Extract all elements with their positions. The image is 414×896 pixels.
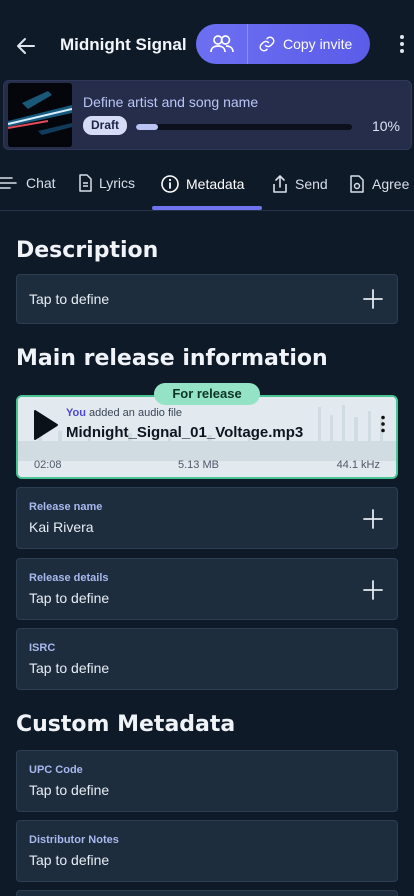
people-icon <box>209 35 234 53</box>
release-details-value: Tap to define <box>29 590 110 606</box>
copy-invite-label: Copy invite <box>283 36 353 52</box>
active-tab-indicator <box>152 206 262 210</box>
distributor-notes-label: Distributor Notes <box>29 834 119 846</box>
audio-sample-rate: 44.1 kHz <box>336 459 380 471</box>
tab-send[interactable]: Send <box>271 174 328 194</box>
activity-action: added an audio file <box>89 407 182 419</box>
copy-invite-button[interactable]: Copy invite <box>248 35 352 53</box>
audio-duration: 02:08 <box>34 459 62 471</box>
plus-icon[interactable] <box>363 580 383 600</box>
release-details-label: Release details <box>29 572 109 584</box>
isrc-label: ISRC <box>29 642 56 654</box>
upc-code-value: Tap to define <box>29 782 110 798</box>
upc-code-label: UPC Code <box>29 764 83 776</box>
top-bar: Midnight Signal Copy invite <box>0 0 414 76</box>
audio-more-icon[interactable] <box>380 415 386 433</box>
tab-agree-label: Agree <box>372 176 410 192</box>
audio-activity-text: You added an audio file <box>66 407 182 419</box>
tab-chat-label: Chat <box>26 175 56 191</box>
progress-percent: 10% <box>371 118 400 134</box>
draft-status-card[interactable]: Define artist and song name Draft 10% <box>3 80 412 150</box>
for-release-badge: For release <box>154 383 260 405</box>
info-icon <box>161 175 179 193</box>
tab-send-label: Send <box>295 176 328 192</box>
cover-artwork <box>8 83 72 147</box>
audio-file-card[interactable]: You added an audio file Midnight_Signal_… <box>16 395 398 479</box>
audio-filename: Midnight_Signal_01_Voltage.mp3 <box>66 424 304 441</box>
release-name-field[interactable]: Release name Kai Rivera <box>16 487 398 549</box>
document-icon <box>79 174 92 192</box>
distributor-notes-field[interactable]: Distributor Notes Tap to define <box>16 820 398 882</box>
tab-chat[interactable]: Chat <box>0 174 56 192</box>
more-options-icon[interactable] <box>392 32 412 56</box>
plus-icon[interactable] <box>363 509 383 529</box>
collaborators-button[interactable] <box>196 24 248 64</box>
tab-agree[interactable]: Agree <box>348 174 409 194</box>
audio-size: 5.13 MB <box>178 459 219 471</box>
description-placeholder: Tap to define <box>29 291 110 307</box>
tab-lyrics[interactable]: Lyrics <box>77 174 135 192</box>
tab-metadata[interactable]: Metadata <box>160 174 244 194</box>
share-icon <box>273 175 287 193</box>
release-details-field[interactable]: Release details Tap to define <box>16 558 398 620</box>
chat-icon <box>0 177 17 189</box>
back-arrow-icon[interactable] <box>14 34 38 58</box>
tab-bar: Chat Lyrics Metadata Send Agree <box>0 160 414 211</box>
description-heading: Description <box>16 238 159 263</box>
draft-title: Define artist and song name <box>83 94 259 110</box>
distributor-notes-value: Tap to define <box>29 852 110 868</box>
upc-code-field[interactable]: UPC Code Tap to define <box>16 750 398 812</box>
description-field[interactable]: Tap to define <box>16 274 398 324</box>
isrc-value: Tap to define <box>29 660 110 676</box>
play-icon[interactable] <box>33 409 59 441</box>
link-icon <box>259 36 275 52</box>
main-release-heading: Main release information <box>16 346 328 371</box>
plus-icon[interactable] <box>363 289 383 309</box>
project-title: Midnight Signal <box>60 35 187 54</box>
release-name-value: Kai Rivera <box>29 519 94 535</box>
progress-fill <box>136 124 158 130</box>
invite-pill: Copy invite <box>196 24 370 64</box>
release-name-label: Release name <box>29 501 103 513</box>
status-badge: Draft <box>83 116 128 135</box>
tab-metadata-label: Metadata <box>186 176 245 192</box>
tab-lyrics-label: Lyrics <box>99 175 136 191</box>
activity-actor: You <box>66 407 86 419</box>
next-field[interactable] <box>16 890 398 896</box>
contract-icon <box>350 175 364 193</box>
progress-bar <box>136 124 352 130</box>
isrc-field[interactable]: ISRC Tap to define <box>16 628 398 690</box>
custom-metadata-heading: Custom Metadata <box>16 712 236 737</box>
